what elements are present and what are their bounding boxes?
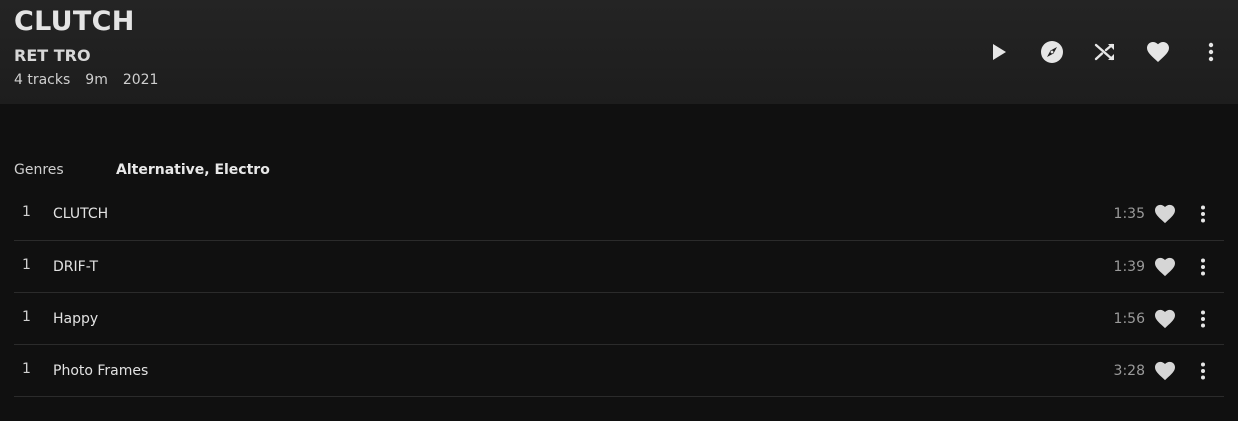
album-header: CLUTCH RET TRO 4 tracks 9m 2021 xyxy=(0,0,1238,104)
track-row[interactable]: 1 Photo Frames 3:28 xyxy=(14,345,1224,397)
genres-row: Genres Alternative, Electro xyxy=(14,162,270,178)
track-favorite-button[interactable] xyxy=(1153,255,1177,279)
track-more-button[interactable] xyxy=(1191,359,1215,383)
heart-icon xyxy=(1155,204,1175,224)
track-number: 1 xyxy=(22,360,31,377)
track-duration: 1:39 xyxy=(1113,258,1145,275)
heart-icon xyxy=(1155,257,1175,276)
track-number: 1 xyxy=(22,204,31,220)
track-list: 1 CLUTCH 1:35 1 DRIF-T 1:39 1 Happy 1:56… xyxy=(14,188,1224,397)
track-duration: 1:35 xyxy=(1113,206,1145,222)
track-title[interactable]: Happy xyxy=(53,311,1085,327)
radio-button[interactable] xyxy=(1037,37,1067,67)
more-vertical-icon xyxy=(1201,205,1205,223)
album-title: CLUTCH xyxy=(14,6,135,37)
track-number: 1 xyxy=(22,308,31,325)
album-year: 2021 xyxy=(122,72,159,88)
track-duration: 3:28 xyxy=(1113,362,1145,379)
genres-label: Genres xyxy=(14,162,64,178)
album-duration: 9m xyxy=(85,72,108,88)
more-vertical-icon xyxy=(1201,258,1205,275)
header-actions xyxy=(961,37,1226,67)
more-vertical-icon xyxy=(1201,362,1205,379)
album-page: CLUTCH RET TRO 4 tracks 9m 2021 Genres A… xyxy=(0,0,1238,421)
track-number: 1 xyxy=(22,256,31,273)
album-meta: 4 tracks 9m 2021 xyxy=(14,72,158,88)
favorite-button[interactable] xyxy=(1143,37,1173,67)
more-vertical-icon xyxy=(1208,42,1214,62)
track-title[interactable]: Photo Frames xyxy=(53,363,1085,379)
compass-icon xyxy=(1041,41,1063,63)
more-options-button[interactable] xyxy=(1196,37,1226,67)
play-button[interactable] xyxy=(984,37,1014,67)
track-more-button[interactable] xyxy=(1191,307,1215,331)
track-favorite-button[interactable] xyxy=(1153,307,1177,331)
genres-value[interactable]: Alternative, Electro xyxy=(116,162,270,178)
heart-icon xyxy=(1147,42,1169,62)
track-title[interactable]: CLUTCH xyxy=(53,206,1085,222)
track-row[interactable]: 1 Happy 1:56 xyxy=(14,293,1224,345)
track-count: 4 tracks xyxy=(14,72,71,88)
more-vertical-icon xyxy=(1201,310,1205,327)
track-more-button[interactable] xyxy=(1191,202,1215,226)
track-duration: 1:56 xyxy=(1113,310,1145,327)
track-title[interactable]: DRIF-T xyxy=(53,259,1085,275)
play-icon xyxy=(993,44,1006,60)
track-favorite-button[interactable] xyxy=(1153,359,1177,383)
heart-icon xyxy=(1155,361,1175,380)
track-favorite-button[interactable] xyxy=(1153,202,1177,226)
shuffle-icon xyxy=(1094,43,1114,61)
track-row[interactable]: 1 CLUTCH 1:35 xyxy=(14,188,1224,241)
shuffle-button[interactable] xyxy=(1090,37,1120,67)
track-more-button[interactable] xyxy=(1191,255,1215,279)
track-row[interactable]: 1 DRIF-T 1:39 xyxy=(14,241,1224,293)
heart-icon xyxy=(1155,309,1175,328)
artist-name[interactable]: RET TRO xyxy=(14,46,91,65)
